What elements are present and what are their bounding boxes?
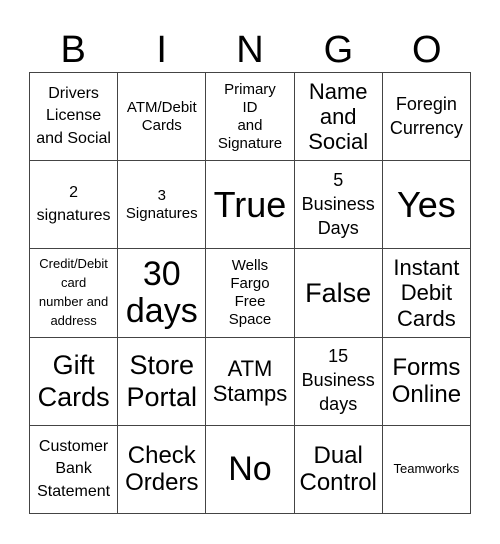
bingo-header: B I N G O — [29, 28, 471, 72]
bingo-cell[interactable]: Check Orders — [118, 425, 207, 514]
header-letter-o: O — [412, 29, 442, 71]
bingo-cell[interactable]: False — [294, 249, 383, 338]
bingo-cell[interactable]: True — [206, 161, 295, 250]
header-letter-i: I — [156, 29, 167, 71]
bingo-cell[interactable]: 3 Signatures — [118, 161, 207, 250]
free-space-cell[interactable]: Wells Fargo Free Space — [206, 249, 295, 338]
bingo-cell[interactable]: Gift Cards — [30, 337, 119, 426]
bingo-cell[interactable]: ATM/Debit Cards — [118, 73, 207, 162]
bingo-cell[interactable]: 15 Business days — [294, 337, 383, 426]
bingo-cell[interactable]: Yes — [382, 161, 471, 250]
bingo-cell[interactable]: Forms Online — [382, 337, 471, 426]
bingo-cell[interactable]: Drivers License and Social — [30, 73, 119, 162]
bingo-cell[interactable]: Name and Social — [294, 73, 383, 162]
bingo-cell[interactable]: 5 Business Days — [294, 161, 383, 250]
bingo-card: Drivers License and Social ATM/Debit Car… — [29, 72, 471, 514]
header-letter-n: N — [236, 29, 264, 71]
bingo-cell[interactable]: Primary ID and Signature — [206, 73, 295, 162]
header-letter-b: B — [60, 29, 86, 71]
bingo-cell[interactable]: Credit/Debit card number and address — [30, 249, 119, 338]
bingo-cell[interactable]: No — [206, 425, 295, 514]
bingo-cell[interactable]: 2 signatures — [30, 161, 119, 250]
bingo-cell[interactable]: ATM Stamps — [206, 337, 295, 426]
header-letter-g: G — [323, 29, 354, 71]
bingo-cell[interactable]: Customer Bank Statement — [30, 425, 119, 514]
bingo-cell[interactable]: Instant Debit Cards — [382, 249, 471, 338]
bingo-cell[interactable]: Teamworks — [382, 425, 471, 514]
bingo-cell[interactable]: Dual Control — [294, 425, 383, 514]
bingo-cell[interactable]: Store Portal — [118, 337, 207, 426]
bingo-cell[interactable]: Foregin Currency — [382, 73, 471, 162]
bingo-cell[interactable]: 30 days — [118, 249, 207, 338]
